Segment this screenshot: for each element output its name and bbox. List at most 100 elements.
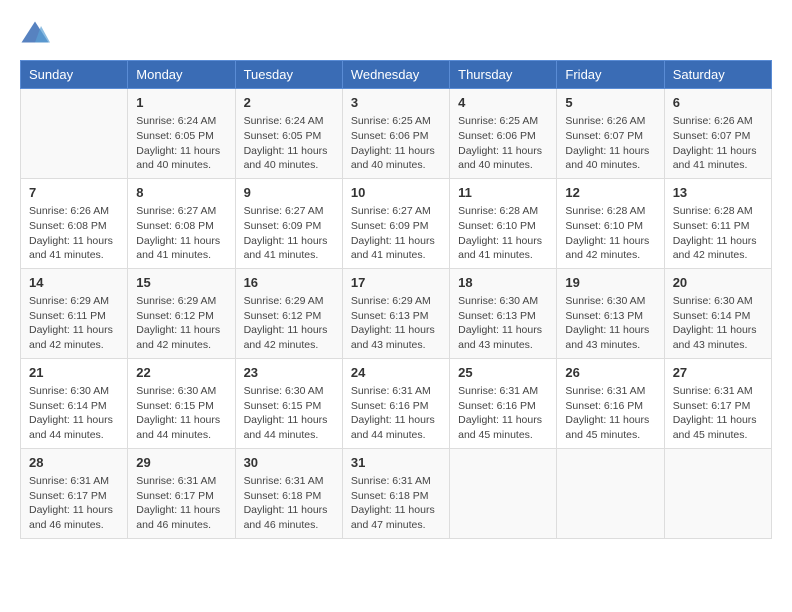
- day-number: 31: [351, 454, 441, 472]
- calendar-cell: 17 Sunrise: 6:29 AM Sunset: 6:13 PM Dayli…: [342, 268, 449, 358]
- day-number: 24: [351, 364, 441, 382]
- day-info: Sunrise: 6:30 AM Sunset: 6:15 PM Dayligh…: [244, 384, 334, 443]
- calendar-cell: 26 Sunrise: 6:31 AM Sunset: 6:16 PM Dayli…: [557, 358, 664, 448]
- day-number: 27: [673, 364, 763, 382]
- calendar-cell: 30 Sunrise: 6:31 AM Sunset: 6:18 PM Dayli…: [235, 448, 342, 538]
- day-number: 26: [565, 364, 655, 382]
- calendar-cell: 29 Sunrise: 6:31 AM Sunset: 6:17 PM Dayli…: [128, 448, 235, 538]
- day-number: 13: [673, 184, 763, 202]
- calendar-cell: [664, 448, 771, 538]
- calendar-cell: 11Sunrise: 6:28 AM Sunset: 6:10 PM Dayli…: [450, 178, 557, 268]
- calendar-cell: 28 Sunrise: 6:31 AM Sunset: 6:17 PM Dayli…: [21, 448, 128, 538]
- day-info: Sunrise: 6:30 AM Sunset: 6:13 PM Dayligh…: [458, 294, 548, 353]
- day-info: Sunrise: 6:24 AM Sunset: 6:05 PM Dayligh…: [244, 114, 334, 173]
- day-info: Sunrise: 6:28 AM Sunset: 6:10 PM Dayligh…: [565, 204, 655, 263]
- day-info: Sunrise: 6:28 AM Sunset: 6:11 PM Dayligh…: [673, 204, 763, 263]
- calendar-cell: 7Sunrise: 6:26 AM Sunset: 6:08 PM Daylig…: [21, 178, 128, 268]
- calendar-cell: 25Sunrise: 6:31 AM Sunset: 6:16 PM Dayli…: [450, 358, 557, 448]
- day-number: 7: [29, 184, 119, 202]
- day-number: 16: [244, 274, 334, 292]
- day-number: 12: [565, 184, 655, 202]
- day-info: Sunrise: 6:31 AM Sunset: 6:17 PM Dayligh…: [673, 384, 763, 443]
- weekday-header-row: SundayMondayTuesdayWednesdayThursdayFrid…: [21, 61, 772, 89]
- day-number: 19: [565, 274, 655, 292]
- calendar-cell: 21 Sunrise: 6:30 AM Sunset: 6:14 PM Dayli…: [21, 358, 128, 448]
- day-info: Sunrise: 6:31 AM Sunset: 6:18 PM Dayligh…: [244, 474, 334, 533]
- calendar-cell: 15Sunrise: 6:29 AM Sunset: 6:12 PM Dayli…: [128, 268, 235, 358]
- calendar-cell: 27 Sunrise: 6:31 AM Sunset: 6:17 PM Dayli…: [664, 358, 771, 448]
- calendar-cell: 3Sunrise: 6:25 AM Sunset: 6:06 PM Daylig…: [342, 89, 449, 179]
- day-info: Sunrise: 6:31 AM Sunset: 6:17 PM Dayligh…: [29, 474, 119, 533]
- calendar-cell: 12 Sunrise: 6:28 AM Sunset: 6:10 PM Dayli…: [557, 178, 664, 268]
- calendar-week-row: 14 Sunrise: 6:29 AM Sunset: 6:11 PM Dayli…: [21, 268, 772, 358]
- weekday-header-monday: Monday: [128, 61, 235, 89]
- weekday-header-sunday: Sunday: [21, 61, 128, 89]
- calendar-cell: 8Sunrise: 6:27 AM Sunset: 6:08 PM Daylig…: [128, 178, 235, 268]
- calendar-cell: 6 Sunrise: 6:26 AM Sunset: 6:07 PM Daylig…: [664, 89, 771, 179]
- weekday-header-saturday: Saturday: [664, 61, 771, 89]
- day-info: Sunrise: 6:29 AM Sunset: 6:13 PM Dayligh…: [351, 294, 441, 353]
- day-info: Sunrise: 6:31 AM Sunset: 6:16 PM Dayligh…: [565, 384, 655, 443]
- day-info: Sunrise: 6:25 AM Sunset: 6:06 PM Dayligh…: [351, 114, 441, 173]
- calendar-cell: 1 Sunrise: 6:24 AM Sunset: 6:05 PM Daylig…: [128, 89, 235, 179]
- calendar-cell: 22Sunrise: 6:30 AM Sunset: 6:15 PM Dayli…: [128, 358, 235, 448]
- calendar-week-row: 1 Sunrise: 6:24 AM Sunset: 6:05 PM Daylig…: [21, 89, 772, 179]
- day-number: 25: [458, 364, 548, 382]
- day-number: 14: [29, 274, 119, 292]
- calendar-week-row: 7Sunrise: 6:26 AM Sunset: 6:08 PM Daylig…: [21, 178, 772, 268]
- calendar-cell: 14 Sunrise: 6:29 AM Sunset: 6:11 PM Dayli…: [21, 268, 128, 358]
- day-number: 2: [244, 94, 334, 112]
- calendar-cell: 20Sunrise: 6:30 AM Sunset: 6:14 PM Dayli…: [664, 268, 771, 358]
- calendar-cell: 31 Sunrise: 6:31 AM Sunset: 6:18 PM Dayli…: [342, 448, 449, 538]
- logo: [20, 20, 54, 50]
- calendar-cell: 9 Sunrise: 6:27 AM Sunset: 6:09 PM Daylig…: [235, 178, 342, 268]
- day-info: Sunrise: 6:25 AM Sunset: 6:06 PM Dayligh…: [458, 114, 548, 173]
- weekday-header-thursday: Thursday: [450, 61, 557, 89]
- day-info: Sunrise: 6:27 AM Sunset: 6:09 PM Dayligh…: [351, 204, 441, 263]
- day-number: 18: [458, 274, 548, 292]
- calendar-cell: [450, 448, 557, 538]
- calendar-cell: 10 Sunrise: 6:27 AM Sunset: 6:09 PM Dayli…: [342, 178, 449, 268]
- day-info: Sunrise: 6:29 AM Sunset: 6:11 PM Dayligh…: [29, 294, 119, 353]
- calendar-cell: 13 Sunrise: 6:28 AM Sunset: 6:11 PM Dayli…: [664, 178, 771, 268]
- day-number: 22: [136, 364, 226, 382]
- calendar-cell: 24 Sunrise: 6:31 AM Sunset: 6:16 PM Dayli…: [342, 358, 449, 448]
- logo-icon: [20, 20, 50, 50]
- day-number: 23: [244, 364, 334, 382]
- day-info: Sunrise: 6:30 AM Sunset: 6:14 PM Dayligh…: [673, 294, 763, 353]
- day-number: 17: [351, 274, 441, 292]
- calendar-cell: 23 Sunrise: 6:30 AM Sunset: 6:15 PM Dayli…: [235, 358, 342, 448]
- calendar-cell: 16 Sunrise: 6:29 AM Sunset: 6:12 PM Dayli…: [235, 268, 342, 358]
- day-number: 11: [458, 184, 548, 202]
- day-number: 21: [29, 364, 119, 382]
- day-info: Sunrise: 6:31 AM Sunset: 6:18 PM Dayligh…: [351, 474, 441, 533]
- calendar-cell: 4 Sunrise: 6:25 AM Sunset: 6:06 PM Daylig…: [450, 89, 557, 179]
- day-number: 30: [244, 454, 334, 472]
- day-info: Sunrise: 6:27 AM Sunset: 6:09 PM Dayligh…: [244, 204, 334, 263]
- day-number: 9: [244, 184, 334, 202]
- day-info: Sunrise: 6:31 AM Sunset: 6:17 PM Dayligh…: [136, 474, 226, 533]
- calendar-cell: 19Sunrise: 6:30 AM Sunset: 6:13 PM Dayli…: [557, 268, 664, 358]
- day-number: 1: [136, 94, 226, 112]
- day-info: Sunrise: 6:31 AM Sunset: 6:16 PM Dayligh…: [351, 384, 441, 443]
- day-info: Sunrise: 6:27 AM Sunset: 6:08 PM Dayligh…: [136, 204, 226, 263]
- weekday-header-tuesday: Tuesday: [235, 61, 342, 89]
- day-info: Sunrise: 6:26 AM Sunset: 6:07 PM Dayligh…: [565, 114, 655, 173]
- day-number: 5: [565, 94, 655, 112]
- day-number: 10: [351, 184, 441, 202]
- calendar-cell: 18 Sunrise: 6:30 AM Sunset: 6:13 PM Dayli…: [450, 268, 557, 358]
- calendar-week-row: 28 Sunrise: 6:31 AM Sunset: 6:17 PM Dayli…: [21, 448, 772, 538]
- calendar-cell: [21, 89, 128, 179]
- day-info: Sunrise: 6:29 AM Sunset: 6:12 PM Dayligh…: [136, 294, 226, 353]
- day-number: 29: [136, 454, 226, 472]
- day-info: Sunrise: 6:24 AM Sunset: 6:05 PM Dayligh…: [136, 114, 226, 173]
- calendar-cell: [557, 448, 664, 538]
- day-info: Sunrise: 6:29 AM Sunset: 6:12 PM Dayligh…: [244, 294, 334, 353]
- day-number: 28: [29, 454, 119, 472]
- calendar-week-row: 21 Sunrise: 6:30 AM Sunset: 6:14 PM Dayli…: [21, 358, 772, 448]
- day-number: 6: [673, 94, 763, 112]
- calendar-cell: 5 Sunrise: 6:26 AM Sunset: 6:07 PM Daylig…: [557, 89, 664, 179]
- day-info: Sunrise: 6:26 AM Sunset: 6:07 PM Dayligh…: [673, 114, 763, 173]
- day-number: 4: [458, 94, 548, 112]
- day-info: Sunrise: 6:30 AM Sunset: 6:14 PM Dayligh…: [29, 384, 119, 443]
